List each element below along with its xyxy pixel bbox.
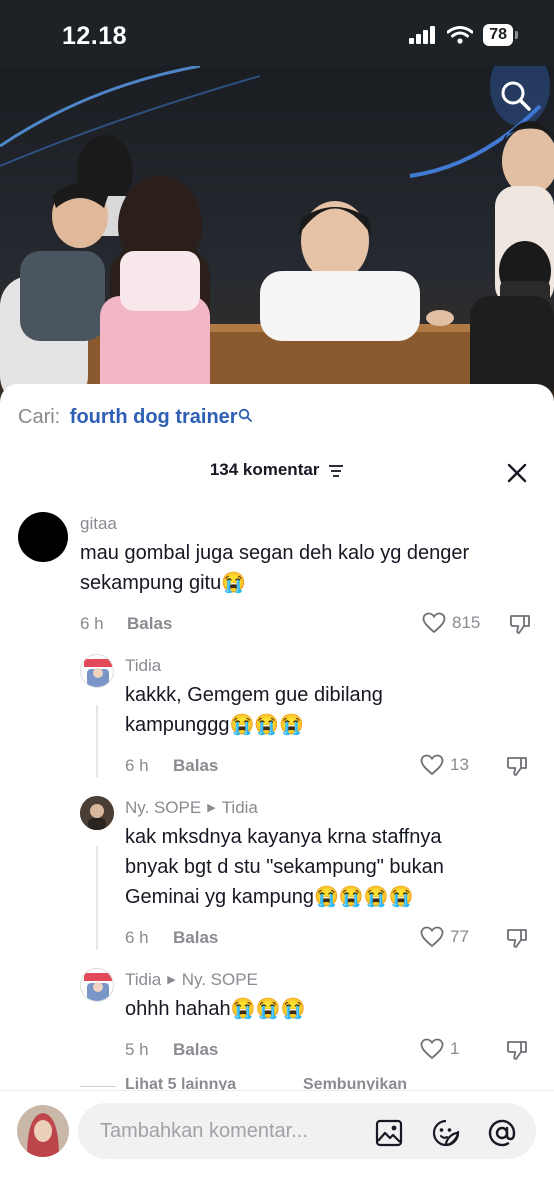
reply-button[interactable]: Balas xyxy=(173,1040,218,1060)
reply-item: Ny. SOPE ▶ Tidia kak mksdnya kayanya krna … xyxy=(0,792,554,962)
comment-item: gitaa mau gombal juga segan deh kalo yg … xyxy=(0,506,554,646)
my-avatar[interactable] xyxy=(17,1105,69,1157)
comment-time: 5 h xyxy=(125,1040,149,1059)
reply-button[interactable]: Balas xyxy=(127,614,172,634)
avatar-image xyxy=(80,796,114,830)
comment-username[interactable]: gitaa xyxy=(80,514,117,534)
like-button[interactable]: 1 xyxy=(420,1038,459,1060)
reply-arrow-icon: ▶ xyxy=(207,802,216,814)
comment-count: 134 komentar xyxy=(209,460,320,479)
like-count: 13 xyxy=(450,755,469,774)
comment-username[interactable]: Ny. SOPE ▶ Tidia xyxy=(125,798,258,818)
dislike-icon[interactable] xyxy=(505,926,529,950)
sticker-icon[interactable] xyxy=(431,1118,461,1148)
comment-text-line: sekampung gitu😭 xyxy=(80,572,247,594)
avatar[interactable] xyxy=(80,654,114,688)
like-button[interactable]: 13 xyxy=(420,754,469,776)
comment-text-line: kampunggg😭😭😭 xyxy=(125,714,305,736)
search-icon[interactable] xyxy=(500,80,532,112)
search-prefix: Cari: xyxy=(18,406,61,428)
reply-to-user[interactable]: Ny. SOPE xyxy=(182,970,258,989)
comment-text-line: kakkk, Gemgem gue dibilang xyxy=(125,684,383,706)
comment-text-line: Geminai yg kampung😭😭😭😭 xyxy=(125,886,414,908)
comment-input-box[interactable] xyxy=(78,1103,536,1159)
heart-icon xyxy=(420,754,444,776)
reply-button[interactable]: Balas xyxy=(173,756,218,776)
comment-text-line: mau gombal juga segan deh kalo yg denger xyxy=(80,542,470,564)
avatar[interactable] xyxy=(80,968,114,1002)
reply-arrow-icon: ▶ xyxy=(167,974,176,986)
search-suggestion[interactable]: Cari: fourth dog trainer xyxy=(18,406,252,429)
battery-level: 78 xyxy=(483,24,513,46)
avatar[interactable] xyxy=(18,512,68,562)
video-scene xyxy=(0,66,554,406)
comment-time: 6 h xyxy=(125,928,149,947)
reply-item: Tidia kakkk, Gemgem gue dibilang kampung… xyxy=(0,650,554,786)
comment-username[interactable]: Tidia ▶ Ny. SOPE xyxy=(125,970,258,990)
search-term-link[interactable]: fourth dog trainer xyxy=(70,406,238,428)
screen: 12.18 78 Cari: fourth dog trainer 134 ko… xyxy=(0,0,554,1199)
comment-composer-bar xyxy=(0,1090,554,1199)
comment-input[interactable] xyxy=(100,1103,360,1159)
status-time: 12.18 xyxy=(62,22,128,50)
heart-icon xyxy=(420,926,444,948)
dislike-icon[interactable] xyxy=(508,612,532,636)
comment-username[interactable]: Tidia xyxy=(125,656,161,676)
like-count: 1 xyxy=(450,1039,460,1058)
comment-text-line: bnyak bgt d stu "sekampung" bukan xyxy=(125,856,444,878)
comment-author[interactable]: Ny. SOPE xyxy=(125,798,201,817)
comment-text-line: ohhh hahah😭😭😭 xyxy=(125,998,306,1020)
like-count: 77 xyxy=(450,927,469,946)
comment-time: 6 h xyxy=(125,756,149,775)
reply-item: Tidia ▶ Ny. SOPE ohhh hahah😭😭😭 5 h Balas 1 xyxy=(0,964,554,1074)
mention-icon[interactable] xyxy=(487,1118,517,1148)
image-icon[interactable] xyxy=(374,1118,404,1148)
heart-icon xyxy=(422,612,446,634)
comment-text-line: kak mksdnya kayanya krna staffnya xyxy=(125,826,442,848)
comment-time: 6 h xyxy=(80,614,104,633)
comment-author[interactable]: Tidia xyxy=(125,970,161,989)
avatar-image xyxy=(84,659,112,687)
avatar[interactable] xyxy=(80,796,114,830)
comment-header: 134 komentar xyxy=(0,460,554,486)
divider xyxy=(80,1086,116,1087)
avatar-image xyxy=(84,973,112,1001)
video-player[interactable] xyxy=(0,66,554,406)
dislike-icon[interactable] xyxy=(505,1038,529,1062)
battery-tip xyxy=(515,31,518,39)
search-icon xyxy=(238,408,252,422)
reply-to-user[interactable]: Tidia xyxy=(222,798,258,817)
dislike-icon[interactable] xyxy=(505,754,529,778)
avatar-image xyxy=(17,1105,69,1157)
like-count: 815 xyxy=(452,613,481,632)
heart-icon xyxy=(420,1038,444,1060)
wifi-icon xyxy=(447,26,474,44)
signal-icon xyxy=(409,26,436,44)
status-bar: 12.18 78 xyxy=(0,0,554,66)
reply-button[interactable]: Balas xyxy=(173,928,218,948)
like-button[interactable]: 815 xyxy=(422,612,480,634)
like-button[interactable]: 77 xyxy=(420,926,469,948)
sort-icon[interactable] xyxy=(328,464,344,478)
close-icon[interactable] xyxy=(506,462,528,484)
status-icons: 78 xyxy=(409,24,518,46)
